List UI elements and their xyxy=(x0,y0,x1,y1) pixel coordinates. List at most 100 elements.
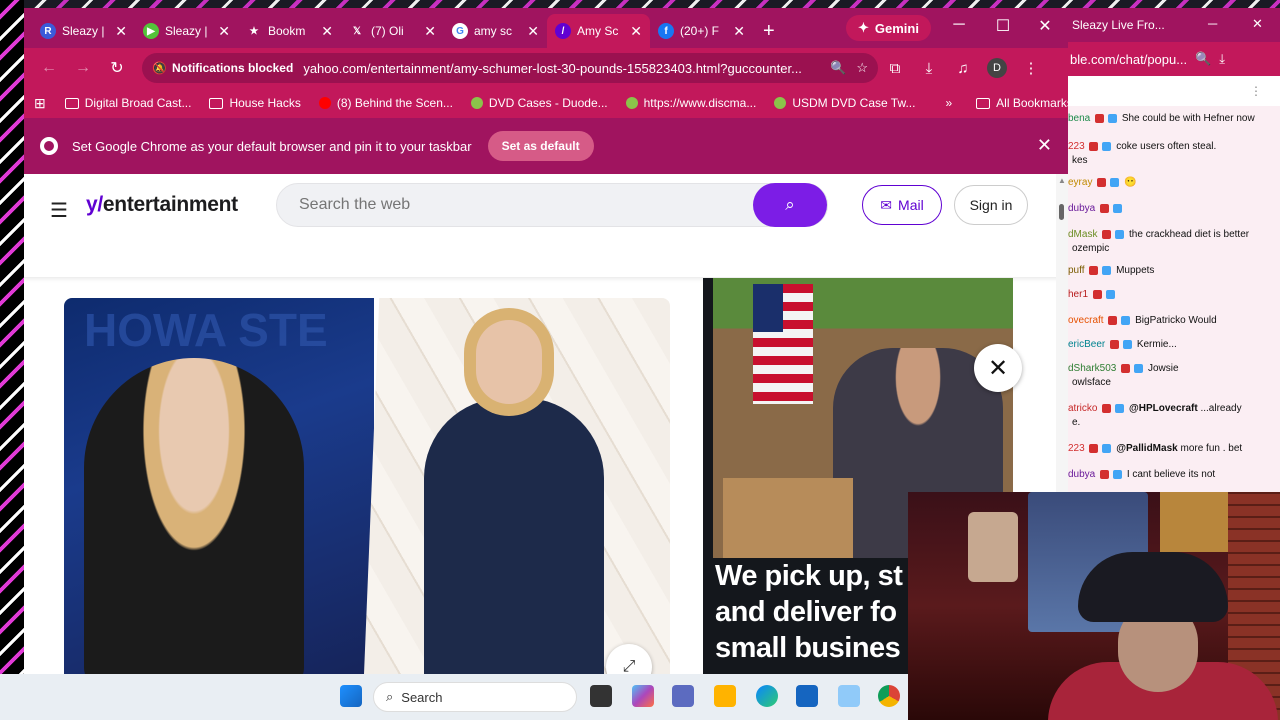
maximize-icon[interactable]: ☐ xyxy=(988,16,1018,36)
task-view-icon[interactable] xyxy=(590,685,612,707)
edge-icon[interactable] xyxy=(756,685,778,707)
app-icon[interactable] xyxy=(838,685,860,707)
photo-left-panel: HOWA STE xyxy=(64,298,374,674)
start-icon[interactable] xyxy=(340,685,362,707)
bookmark-item[interactable]: Digital Broad Cast... xyxy=(58,96,199,110)
chat-message: ozempic xyxy=(1068,242,1280,256)
chat-username[interactable]: dShark503 xyxy=(1068,363,1116,374)
yahoo-entertainment-logo[interactable]: y/entertainment xyxy=(86,193,238,217)
chat-options-icon[interactable]: ⋮ xyxy=(1250,84,1262,98)
tab-close-icon[interactable]: ✕ xyxy=(424,23,436,40)
chat-username[interactable]: ericBeer xyxy=(1068,339,1105,350)
gemini-button[interactable]: ✦ Gemini xyxy=(846,15,931,41)
search-input[interactable] xyxy=(299,184,739,226)
taskbar-search[interactable]: ⌕ Search xyxy=(373,682,577,712)
chat-username[interactable]: eyray xyxy=(1068,177,1092,188)
hamburger-menu-icon[interactable]: ☰ xyxy=(50,198,68,223)
ad-close-icon[interactable]: ✕ xyxy=(974,344,1022,392)
tab-favicon-icon: G xyxy=(452,23,468,39)
bookmark-item[interactable]: DVD Cases - Duode... xyxy=(464,96,615,110)
bookmark-item[interactable]: https://www.discma... xyxy=(619,96,764,110)
chat-mention[interactable]: @PallidMask xyxy=(1116,443,1177,454)
tab-favicon-icon: 𝕏 xyxy=(352,25,362,37)
copilot-icon[interactable] xyxy=(632,685,654,707)
store-icon[interactable] xyxy=(796,685,818,707)
bookmark-item[interactable]: (8) Behind the Scen... xyxy=(312,96,460,110)
chat-username[interactable]: 223 xyxy=(1068,443,1085,454)
cast-icon[interactable]: ⧉ xyxy=(878,60,912,77)
menu-kebab-icon[interactable]: ⋮ xyxy=(1014,59,1048,77)
address-bar[interactable]: 🔕 Notifications blocked yahoo.com/entert… xyxy=(142,53,878,83)
chat-username[interactable]: dMask xyxy=(1068,229,1097,240)
browser-tab[interactable]: f (20+) F ✕ xyxy=(650,14,753,48)
browser-tab[interactable]: ★ Bookm ✕ xyxy=(238,14,341,48)
chat-message: dShark503 Jowsie xyxy=(1068,362,1280,376)
download-icon[interactable]: ⤓ xyxy=(912,60,946,77)
url-text[interactable]: yahoo.com/entertainment/amy-schumer-lost… xyxy=(303,61,820,76)
tab-close-icon[interactable]: ✕ xyxy=(115,23,127,40)
notifications-blocked-chip[interactable]: 🔕 Notifications blocked xyxy=(152,61,293,75)
chat-address-bar[interactable]: ble.com/chat/popu... 🔍 ⤓ xyxy=(1068,42,1280,76)
tab-close-icon[interactable]: ✕ xyxy=(630,23,642,40)
article-hero-image[interactable]: HOWA STE xyxy=(64,298,670,674)
bookmarks-overflow-icon[interactable]: » xyxy=(938,96,959,110)
minimize-icon[interactable]: ─ xyxy=(944,16,974,34)
browser-tab[interactable]: R Sleazy | ✕ xyxy=(32,14,135,48)
tab-close-icon[interactable]: ✕ xyxy=(218,23,230,40)
chat-username[interactable]: puff xyxy=(1068,265,1085,276)
chat-minimize-icon[interactable]: ─ xyxy=(1208,16,1217,31)
browser-tab[interactable]: ▶ Sleazy | ✕ xyxy=(135,14,238,48)
person-figure-left xyxy=(84,358,304,674)
media-icon[interactable]: ♫ xyxy=(946,60,980,77)
chat-message: e. xyxy=(1068,416,1280,430)
mail-button[interactable]: ✉ Mail xyxy=(862,185,942,225)
tab-close-icon[interactable]: ✕ xyxy=(527,23,539,40)
badge-icon xyxy=(1110,339,1120,349)
search-button[interactable]: ⌕ xyxy=(753,183,827,227)
apps-grid-icon[interactable]: ⊞ xyxy=(34,95,46,112)
badge-icon xyxy=(1108,315,1118,325)
chat-username[interactable]: dubya xyxy=(1068,203,1095,214)
tab-close-icon[interactable]: ✕ xyxy=(733,23,745,40)
bookmark-item[interactable]: USDM DVD Case Tw... xyxy=(767,96,922,110)
tab-close-icon[interactable]: ✕ xyxy=(321,23,333,40)
browser-tab[interactable]: / Amy Sc ✕ xyxy=(547,14,650,48)
infobar-close-icon[interactable]: ✕ xyxy=(1037,135,1052,156)
scroll-thumb[interactable] xyxy=(1059,204,1064,220)
close-window-icon[interactable]: ✕ xyxy=(1030,16,1060,36)
badge-icon xyxy=(1105,289,1115,299)
chrome-taskbar-icon[interactable] xyxy=(878,685,900,707)
back-icon[interactable]: ← xyxy=(32,59,66,77)
chat-zoom-icon[interactable]: 🔍 xyxy=(1195,51,1211,67)
badge-icon xyxy=(1113,203,1123,213)
chat-username[interactable]: ovecraft xyxy=(1068,315,1104,326)
chat-download-icon[interactable]: ⤓ xyxy=(1219,51,1225,67)
all-bookmarks-folder[interactable]: All Bookmarks xyxy=(969,96,1068,110)
profile-avatar[interactable]: D xyxy=(987,58,1007,78)
reload-icon[interactable]: ↻ xyxy=(100,58,134,78)
chat-username[interactable]: bena xyxy=(1068,113,1090,124)
chat-close-icon[interactable]: ✕ xyxy=(1252,16,1263,32)
file-explorer-icon[interactable] xyxy=(714,685,736,707)
badge-icon xyxy=(1134,363,1144,373)
chat-mention[interactable]: @HPLovecraft xyxy=(1129,403,1198,414)
chat-username[interactable]: her1 xyxy=(1068,289,1088,300)
forward-icon[interactable]: → xyxy=(66,59,100,77)
teams-icon[interactable] xyxy=(672,685,694,707)
bookmark-star-icon[interactable]: ☆ xyxy=(856,60,868,76)
scroll-up-icon[interactable]: ▲ xyxy=(1058,176,1066,185)
badge-icon xyxy=(1121,315,1131,325)
notifications-blocked-label: Notifications blocked xyxy=(171,61,294,75)
chat-username[interactable]: dubya xyxy=(1068,469,1095,480)
set-default-button[interactable]: Set as default xyxy=(487,131,594,161)
chat-username[interactable]: 223 xyxy=(1068,141,1085,152)
site-icon xyxy=(470,97,483,109)
tab-title: Sleazy | xyxy=(62,24,105,38)
new-tab-button[interactable]: + xyxy=(753,14,785,48)
browser-tab[interactable]: Gamy sc ✕ xyxy=(444,14,547,48)
chat-username[interactable]: atricko xyxy=(1068,403,1097,414)
sign-in-button[interactable]: Sign in xyxy=(954,185,1028,225)
browser-tab[interactable]: 𝕏 (7) Oli ✕ xyxy=(341,14,444,48)
bookmark-item[interactable]: House Hacks xyxy=(202,96,307,110)
zoom-icon[interactable]: 🔍 xyxy=(830,60,846,76)
